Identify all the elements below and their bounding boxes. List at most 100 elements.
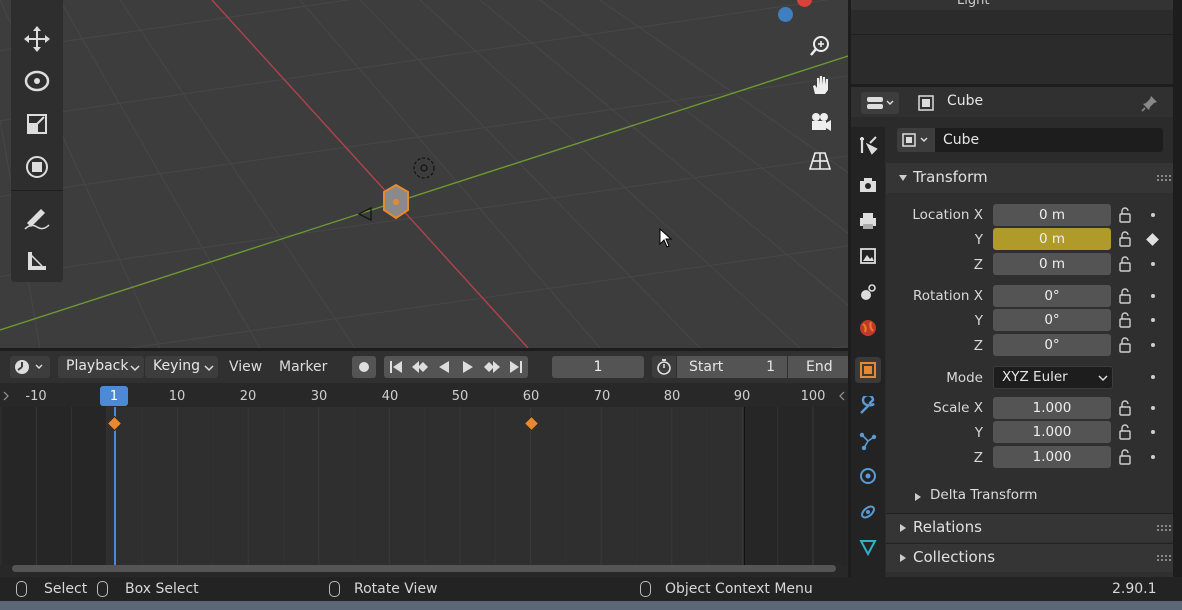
frame-ruler[interactable]: -10 1 10 20 30 40 50 60 70 80 90 100	[0, 385, 848, 407]
rotation-x-field[interactable]: 0°	[993, 285, 1111, 307]
particles-icon	[859, 432, 877, 451]
3d-viewport[interactable]	[0, 0, 848, 348]
tab-view-layer[interactable]	[855, 243, 881, 269]
lock-icon[interactable]	[1118, 231, 1134, 247]
tab-modifiers[interactable]	[855, 393, 881, 419]
tab-particles[interactable]	[855, 428, 881, 454]
object-browse-dropdown[interactable]	[897, 128, 935, 152]
jump-to-end-button[interactable]	[504, 356, 528, 378]
current-frame-field[interactable]: 1	[552, 356, 644, 378]
tab-world[interactable]	[855, 315, 881, 341]
delta-transform-subpanel-header[interactable]: Delta Transform	[886, 486, 1173, 508]
animate-property-dot[interactable]	[1151, 455, 1155, 459]
tab-render[interactable]	[855, 172, 881, 198]
ruler-tick-label: 90	[733, 389, 751, 404]
transform-panel-title: Transform	[913, 168, 988, 186]
jump-to-next-keyframe-button[interactable]	[480, 356, 504, 378]
play-reverse-button[interactable]	[432, 356, 456, 378]
tab-object-data[interactable]	[855, 534, 881, 560]
keying-menu[interactable]: Keying	[145, 356, 218, 378]
object-name-field[interactable]: Cube	[935, 128, 1163, 152]
outliner[interactable]: Light	[851, 0, 1173, 84]
drag-handle-icon[interactable]	[1157, 525, 1171, 531]
scale-x-field[interactable]: 1.000	[993, 397, 1111, 419]
properties-tab-column	[851, 127, 885, 577]
measure-tool[interactable]	[11, 241, 63, 281]
animate-property-dot[interactable]	[1151, 406, 1155, 410]
scale-icon	[27, 114, 47, 134]
perspective-toggle-button[interactable]	[805, 146, 835, 176]
lock-icon[interactable]	[1118, 400, 1134, 416]
camera-view-button[interactable]	[805, 107, 835, 137]
camera-object[interactable]	[357, 206, 375, 222]
animate-property-dot[interactable]	[1151, 318, 1155, 322]
scale-tool[interactable]	[11, 104, 63, 144]
move-tool[interactable]	[11, 19, 63, 59]
ruler-tick-label: 100	[800, 389, 826, 404]
lock-icon[interactable]	[1118, 312, 1134, 328]
lock-icon[interactable]	[1118, 337, 1134, 353]
location-y-field[interactable]: 0 m	[993, 228, 1111, 250]
selected-cube[interactable]	[378, 182, 414, 222]
rotation-y-field[interactable]: 0°	[993, 309, 1111, 331]
marker-menu[interactable]: Marker	[279, 356, 327, 378]
location-z-field[interactable]: 0 m	[993, 253, 1111, 275]
scale-y-field[interactable]: 1.000	[993, 421, 1111, 443]
tab-physics[interactable]	[855, 463, 881, 489]
constraints-icon	[861, 505, 875, 519]
zoom-view-button[interactable]	[805, 31, 835, 61]
lock-icon[interactable]	[1118, 449, 1134, 465]
play-button[interactable]	[456, 356, 480, 378]
lock-icon[interactable]	[1118, 288, 1134, 304]
animate-property-dot[interactable]	[1151, 262, 1155, 266]
animate-property-dot[interactable]	[1151, 375, 1155, 379]
drag-handle-icon[interactable]	[1157, 175, 1171, 181]
drag-handle-icon[interactable]	[1157, 555, 1171, 561]
transform-tool[interactable]	[11, 147, 63, 187]
tab-output[interactable]	[855, 208, 881, 234]
chevron-right-icon[interactable]	[2, 391, 10, 401]
collections-panel-header[interactable]: Collections	[886, 543, 1173, 572]
annotate-tool[interactable]	[11, 198, 63, 238]
timeline-grid	[0, 407, 848, 565]
play-reverse-icon	[439, 361, 449, 373]
tab-scene[interactable]	[855, 279, 881, 305]
jump-to-previous-keyframe-button[interactable]	[408, 356, 432, 378]
navigation-gizmo-z[interactable]	[778, 7, 793, 22]
animate-property-dot[interactable]	[1151, 343, 1155, 347]
editor-type-dropdown[interactable]	[861, 92, 899, 114]
rotate-tool[interactable]	[11, 61, 63, 101]
outliner-row-light[interactable]: Light	[851, 0, 1173, 10]
lock-icon[interactable]	[1118, 256, 1134, 272]
location-x-field[interactable]: 0 m	[993, 204, 1111, 226]
animate-property-dot[interactable]	[1151, 213, 1155, 217]
editor-type-dropdown[interactable]	[10, 356, 50, 378]
lock-icon[interactable]	[1118, 207, 1134, 223]
start-frame-field[interactable]: Start 1	[677, 356, 787, 378]
use-preview-range-toggle[interactable]	[652, 356, 676, 378]
tab-object[interactable]	[855, 357, 881, 383]
light-object[interactable]	[411, 155, 437, 181]
scale-z-field[interactable]: 1.000	[993, 446, 1111, 468]
tab-constraints[interactable]	[855, 499, 881, 525]
rotation-mode-dropdown[interactable]: XYZ Euler	[993, 366, 1113, 389]
transform-panel-header[interactable]: Transform	[886, 163, 1173, 193]
tab-tool[interactable]	[855, 132, 881, 158]
relations-panel-header[interactable]: Relations	[886, 513, 1173, 542]
chevron-left-icon[interactable]	[838, 391, 846, 401]
view-menu[interactable]: View	[229, 356, 262, 378]
pan-view-button[interactable]	[805, 70, 835, 100]
end-frame-field[interactable]: End	[788, 356, 848, 378]
lock-icon[interactable]	[1118, 424, 1134, 440]
timeline-keyframe-area[interactable]	[0, 407, 848, 565]
playback-menu[interactable]: Playback	[58, 356, 144, 378]
jump-to-start-button[interactable]	[384, 356, 408, 378]
ruler-tick-label: 60	[522, 389, 540, 404]
auto-keying-toggle[interactable]	[352, 356, 376, 378]
timeline-scrollbar[interactable]	[12, 565, 836, 572]
pin-icon[interactable]	[1141, 94, 1159, 112]
outliner-item-label: Light	[957, 0, 990, 8]
animate-property-dot[interactable]	[1151, 430, 1155, 434]
animate-property-dot[interactable]	[1151, 294, 1155, 298]
rotation-z-field[interactable]: 0°	[993, 334, 1111, 356]
